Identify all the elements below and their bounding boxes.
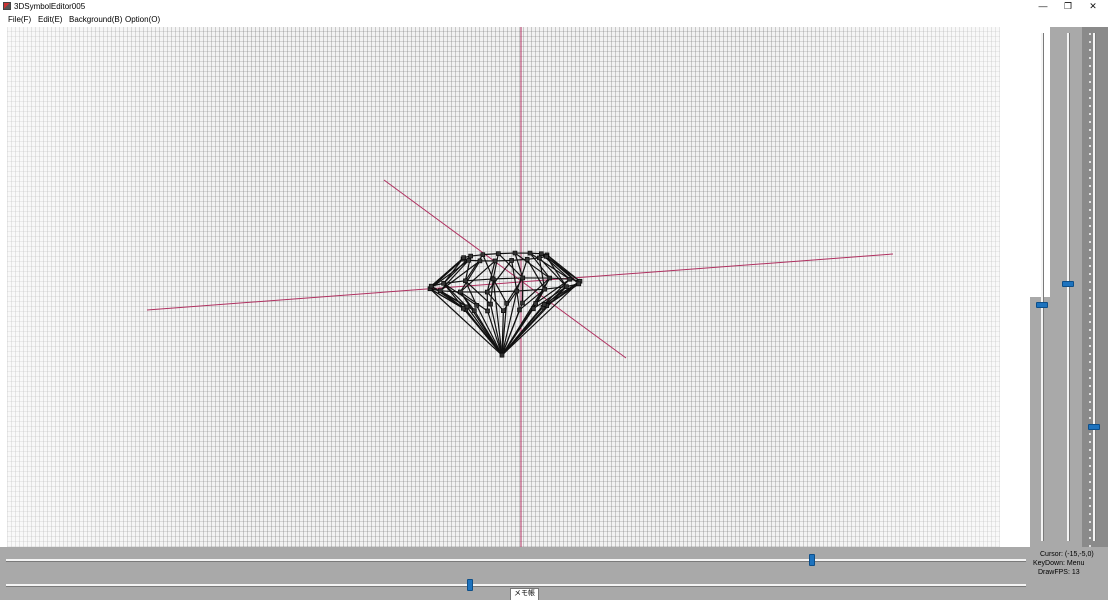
menu-option[interactable]: Option(O) [125,15,160,25]
mesh-vertex[interactable] [520,275,526,281]
scene-canvas[interactable] [0,27,1030,547]
vertical-slider-left-track[interactable] [1041,33,1043,541]
mesh-vertex[interactable] [517,307,522,313]
mesh-vertex[interactable] [520,300,525,306]
mesh-vertex[interactable] [567,276,573,282]
mesh-vertex[interactable] [547,275,552,281]
mesh-vertex[interactable] [544,254,549,259]
mesh-vertex[interactable] [460,306,466,311]
horizontal-slider-bottom-thumb[interactable] [467,579,474,591]
mesh-vertex[interactable] [485,308,490,314]
memo-tooltip: メモ帳 [510,588,539,600]
mesh-edge [465,278,494,282]
status-panel: Cursor: (-15,-5,0) KeyDown: Menu DrawFPS… [1030,550,1108,577]
vertical-slider-left-thumb[interactable] [1036,301,1048,308]
mesh-vertex[interactable] [477,258,483,264]
mesh-vertex[interactable] [428,283,434,289]
bottom-slider-panel: Cursor: (-15,-5,0) KeyDown: Menu DrawFPS… [0,547,1108,600]
mesh-edge [482,254,494,280]
drawfps-value: 13 [1071,569,1080,576]
mesh-vertex[interactable] [524,257,530,262]
cursor-value: (-15,-5,0) [1064,551,1094,558]
mesh-vertex[interactable] [490,276,496,282]
vertical-slider-right-thumb[interactable] [1088,423,1100,430]
mesh-vertex[interactable] [472,308,477,313]
window-title: 3DSymbolEditor005 [14,2,86,11]
restore-button[interactable]: ❐ [1055,0,1081,13]
keydown-label: KeyDown: [1033,560,1065,567]
menu-background[interactable]: Background(B) [69,15,122,25]
mesh-edge [516,290,521,310]
mesh-vertex[interactable] [501,308,506,314]
keydown-value: Menu [1066,560,1085,567]
mesh-vertex[interactable] [514,288,520,294]
mesh-vertex[interactable] [538,251,544,257]
mesh-vertex[interactable] [564,284,569,289]
mesh-vertex[interactable] [542,286,547,292]
mesh-edge [482,252,499,256]
cursor-label: Cursor: [1040,551,1063,558]
mesh-vertex[interactable] [441,281,446,286]
horizontal-slider-top-thumb[interactable] [808,554,815,566]
mesh-vertex[interactable] [541,302,547,307]
mesh-vertex[interactable] [496,251,501,256]
mesh-vertex[interactable] [509,258,514,263]
drawfps-label: DrawFPS: [1038,569,1070,576]
mesh-vertex[interactable] [474,303,479,308]
mesh-vertex[interactable] [468,253,473,259]
mesh-vertex[interactable] [492,258,498,264]
menu-edit[interactable]: Edit(E) [38,15,62,25]
mesh-vertex[interactable] [576,281,582,287]
mesh-vertex[interactable] [537,255,542,261]
right-slider-panel [1030,27,1108,547]
mesh-vertex[interactable] [463,278,468,284]
mesh-edge [511,260,518,292]
mesh-vertex[interactable] [437,288,443,294]
mesh-vertex[interactable] [484,289,490,295]
horizontal-slider-top-track[interactable] [6,559,1026,561]
app-window: 3DSymbolEditor005 — ❐ ✕ File(F) Edit(E) … [0,0,1108,600]
mesh-vertex[interactable] [499,352,505,358]
title-bar[interactable]: 3DSymbolEditor005 — ❐ ✕ [0,0,1108,13]
mesh-vertex[interactable] [504,300,509,306]
mesh-vertex[interactable] [527,250,533,256]
mesh-vertex[interactable] [458,289,463,295]
mesh-edge [443,280,466,284]
mesh-edge [443,282,503,356]
mesh-vertex[interactable] [533,301,538,306]
close-button[interactable]: ✕ [1080,0,1106,13]
3d-viewport[interactable] [0,27,1030,547]
mesh-vertex[interactable] [512,250,518,256]
vertical-slider-right-track[interactable] [1093,33,1095,541]
app-icon [3,2,11,10]
menu-file[interactable]: File(F) [8,15,31,25]
mesh-vertex[interactable] [464,304,470,310]
mesh-edge [498,252,515,255]
menu-bar: File(F) Edit(E) Background(B) Option(O) [0,13,1108,27]
mesh-vertex[interactable] [488,301,493,307]
minimize-button[interactable]: — [1030,0,1056,13]
diamond-mesh[interactable] [427,250,583,358]
horizontal-slider-bottom-track[interactable] [6,584,1026,586]
vertical-slider-middle-thumb[interactable] [1062,281,1074,288]
mesh-vertex[interactable] [531,306,536,311]
axes-group [146,27,894,547]
mesh-vertex[interactable] [480,252,486,257]
mesh-vertex[interactable] [461,255,466,260]
mesh-vertex[interactable] [466,257,472,263]
